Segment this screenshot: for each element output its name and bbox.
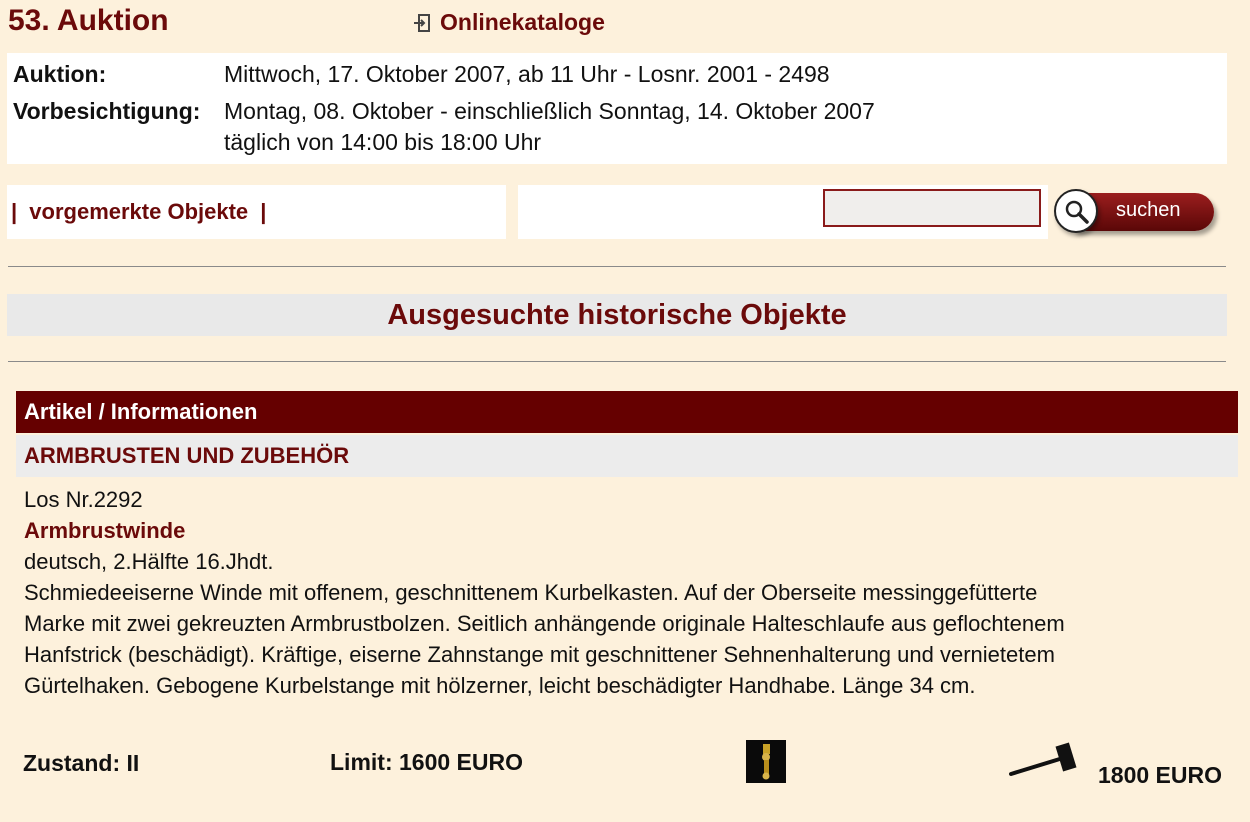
arrow-into-box-icon <box>412 13 432 33</box>
divider-right: | <box>260 199 267 224</box>
online-catalog-label: Onlinekataloge <box>440 9 605 35</box>
auction-info-box: Auktion: Mittwoch, 17. Oktober 2007, ab … <box>7 53 1227 164</box>
lot-description-line: Marke mit zwei gekreuzten Armbrustbolzen… <box>24 611 1065 636</box>
divider <box>8 266 1226 267</box>
lot-details: Los Nr.2292 Armbrustwinde deutsch, 2.Häl… <box>24 484 1224 701</box>
condition-label: Zustand: II <box>23 750 140 776</box>
lot-number: Los Nr.2292 <box>24 487 143 512</box>
table-header: Artikel / Informationen <box>16 391 1238 433</box>
preview-label: Vorbesichtigung: <box>13 98 201 124</box>
hammer-price: 1800 EURO <box>1098 762 1223 788</box>
preview-dates-value: Montag, 08. Oktober - einschließlich Son… <box>224 98 875 124</box>
section-heading: Ausgesuchte historische Objekte <box>7 294 1227 336</box>
lot-name: Armbrustwinde <box>24 518 186 543</box>
page-title: 53. Auktion <box>8 4 169 37</box>
limit-label: Limit: 1600 EURO <box>330 749 523 775</box>
search-button[interactable]: suchen <box>1052 187 1220 239</box>
lot-description-line: Gürtelhaken. Gebogene Kurbelstange mit h… <box>24 673 976 698</box>
search-button-label: suchen <box>1116 199 1181 221</box>
divider <box>8 361 1226 362</box>
item-thumbnail-icon[interactable] <box>746 740 786 783</box>
auction-date-value: Mittwoch, 17. Oktober 2007, ab 11 Uhr - … <box>224 61 830 87</box>
online-catalog-link[interactable]: Onlinekataloge <box>412 9 605 36</box>
marked-objects-link[interactable]: vorgemerkte Objekte <box>29 199 248 224</box>
search-input[interactable] <box>823 189 1041 227</box>
auction-hammer-icon <box>1009 740 1083 785</box>
preview-hours-value: täglich von 14:00 bis 18:00 Uhr <box>224 129 542 155</box>
lot-origin: deutsch, 2.Hälfte 16.Jhdt. <box>24 549 274 574</box>
magnifier-icon <box>1054 189 1098 233</box>
category-row: ARMBRUSTEN UND ZUBEHÖR <box>16 435 1238 477</box>
lot-description-line: Schmiedeeiserne Winde mit offenem, gesch… <box>24 580 1038 605</box>
divider-left: | <box>11 199 18 224</box>
marked-objects-box: | vorgemerkte Objekte | <box>7 185 506 239</box>
lot-description-line: Hanfstrick (beschädigt). Kräftige, eiser… <box>24 642 1055 667</box>
auction-label: Auktion: <box>13 61 107 87</box>
